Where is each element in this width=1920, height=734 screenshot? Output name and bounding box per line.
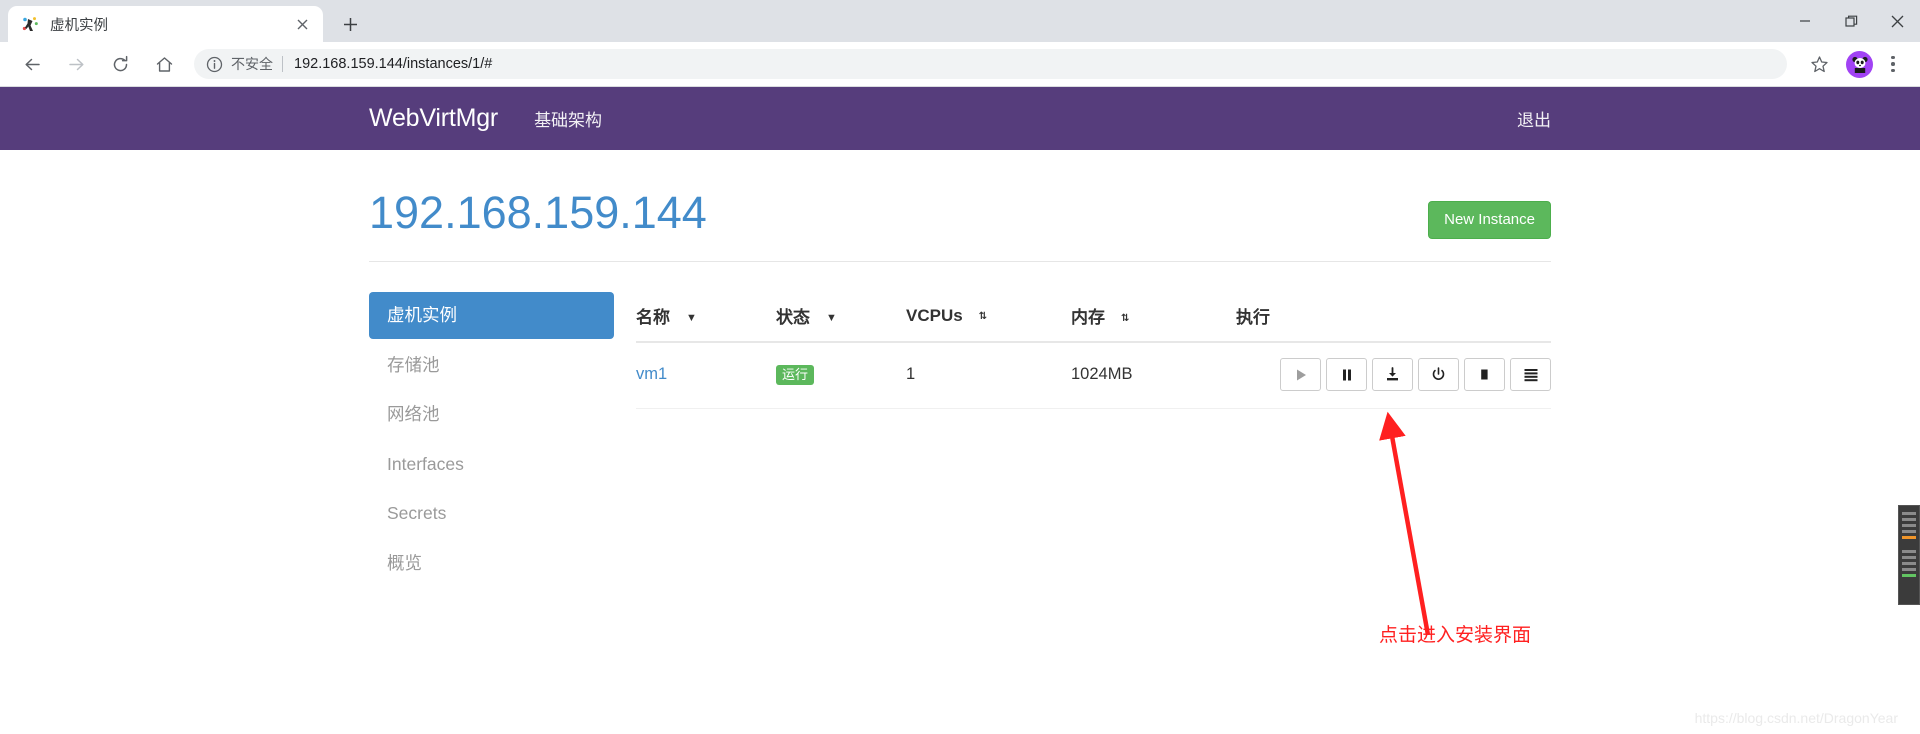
app-brand[interactable]: WebVirtMgr [369, 104, 498, 133]
back-arrow-icon[interactable] [15, 47, 49, 81]
stop-icon-button[interactable] [1464, 358, 1505, 391]
cell-memory: 1024MB [1071, 342, 1236, 409]
sidebar-item-overview[interactable]: 概览 [369, 540, 614, 587]
power-icon [1431, 367, 1446, 382]
main-container: 192.168.159.144 New Instance 虚机实例 存储池 网络… [369, 150, 1551, 646]
column-label-vcpus: VCPUs [906, 305, 963, 325]
instances-table: 名称 ▼ 状态 ▼ VCPUs ⇅ 内存 ⇅ 执行 vm1 运行 1 1024M… [636, 292, 1551, 409]
column-label-actions: 执行 [1236, 308, 1270, 327]
maximize-icon[interactable] [1828, 0, 1874, 42]
cell-name: vm1 [636, 342, 776, 409]
sidebar-item-interfaces[interactable]: Interfaces [369, 441, 614, 488]
sidebar-item-secrets[interactable]: Secrets [369, 490, 614, 537]
omnibox-divider [282, 56, 283, 72]
browser-tab[interactable]: 虚机实例 [8, 6, 323, 42]
sort-indicator-vcpus: ⇅ [978, 310, 988, 322]
sidebar-item-network-pools[interactable]: 网络池 [369, 391, 614, 438]
sidebar-nav: 虚机实例 存储池 网络池 Interfaces Secrets 概览 [369, 292, 636, 589]
page-title: 192.168.159.144 [369, 187, 707, 238]
panda-avatar-icon[interactable] [1846, 50, 1873, 78]
watermark: https://blog.csdn.net/DragonYear [1694, 710, 1898, 726]
app-navbar: WebVirtMgr 基础架构 退出 [0, 87, 1920, 150]
url-text: 192.168.159.144/instances/1/# [294, 56, 493, 72]
table-row: vm1 运行 1 1024MB [636, 342, 1551, 409]
new-tab-button[interactable] [335, 9, 365, 39]
table-body: vm1 运行 1 1024MB [636, 342, 1551, 409]
security-label: 不安全 [231, 56, 273, 72]
tab-close-icon[interactable] [291, 13, 313, 35]
column-label-name: 名称 [636, 308, 670, 327]
widget-bar [1902, 556, 1916, 559]
widget-spacer [1902, 542, 1916, 547]
pause-icon-button[interactable] [1326, 358, 1367, 391]
minimize-icon[interactable] [1782, 0, 1828, 42]
widget-bar [1902, 512, 1916, 515]
home-icon[interactable] [147, 47, 181, 81]
cell-actions [1236, 342, 1551, 409]
tab-strip: 虚机实例 [0, 0, 1920, 42]
widget-bar-green [1902, 574, 1916, 577]
install-download-icon [1385, 367, 1400, 382]
forward-arrow-icon[interactable] [59, 47, 93, 81]
star-icon[interactable] [1802, 47, 1836, 81]
new-instance-button[interactable]: New Instance [1428, 201, 1551, 239]
sidebar-item-instances[interactable]: 虚机实例 [369, 292, 614, 339]
widget-bar [1902, 550, 1916, 553]
logout-link[interactable]: 退出 [1517, 111, 1551, 130]
column-header-name[interactable]: 名称 ▼ [636, 292, 776, 343]
play-icon [1294, 368, 1308, 382]
power-icon-button[interactable] [1418, 358, 1459, 391]
widget-bar-orange [1902, 536, 1916, 539]
nav-link-infrastructure[interactable]: 基础架构 [534, 106, 602, 131]
pause-icon [1340, 368, 1354, 382]
sort-indicator-state: ▼ [826, 312, 837, 324]
column-label-memory: 内存 [1071, 308, 1105, 327]
column-header-vcpus[interactable]: VCPUs ⇅ [906, 292, 1071, 343]
column-header-state[interactable]: 状态 ▼ [776, 292, 906, 343]
widget-bar [1902, 518, 1916, 521]
install-download-icon-button[interactable] [1372, 358, 1413, 391]
info-circle-icon[interactable] [206, 56, 223, 73]
tab-title: 虚机实例 [50, 17, 108, 34]
action-button-group [1236, 358, 1551, 391]
hamburger-menu-icon-button[interactable] [1510, 358, 1551, 391]
hamburger-menu-icon [1523, 368, 1539, 382]
column-header-memory[interactable]: 内存 ⇅ [1071, 292, 1236, 343]
annotation-text: 点击进入安装界面 [1379, 625, 1532, 646]
widget-bar [1902, 568, 1916, 571]
cell-vcpus: 1 [906, 342, 1071, 409]
widget-bar [1902, 530, 1916, 533]
table-header: 名称 ▼ 状态 ▼ VCPUs ⇅ 内存 ⇅ 执行 [636, 292, 1551, 343]
sort-indicator-memory: ⇅ [1121, 313, 1130, 324]
floating-side-widget[interactable] [1898, 505, 1920, 605]
sidebar-item-storage-pools[interactable]: 存储池 [369, 342, 614, 389]
webvirtmgr-favicon [22, 16, 39, 33]
widget-bar [1902, 524, 1916, 527]
sort-indicator-name: ▼ [686, 312, 697, 324]
table-header-row: 名称 ▼ 状态 ▼ VCPUs ⇅ 内存 ⇅ 执行 [636, 292, 1551, 343]
column-header-actions: 执行 [1236, 292, 1551, 343]
cell-state: 运行 [776, 342, 906, 409]
stop-icon [1478, 368, 1491, 381]
address-bar[interactable]: 不安全 192.168.159.144/instances/1/# [194, 49, 1787, 79]
browser-window: 虚机实例 不安全 192.168.159.144/instances/1/# W… [0, 0, 1920, 734]
content-area: 名称 ▼ 状态 ▼ VCPUs ⇅ 内存 ⇅ 执行 vm1 运行 1 1024M… [636, 292, 1551, 589]
column-label-state: 状态 [776, 308, 810, 327]
body-row: 虚机实例 存储池 网络池 Interfaces Secrets 概览 名称 ▼ [369, 262, 1551, 589]
window-close-icon[interactable] [1874, 0, 1920, 42]
widget-bar [1902, 562, 1916, 565]
play-icon-button[interactable] [1280, 358, 1321, 391]
three-dot-menu-icon[interactable] [1878, 49, 1908, 79]
reload-icon[interactable] [103, 47, 137, 81]
status-badge: 运行 [776, 364, 815, 385]
browser-toolbar: 不安全 192.168.159.144/instances/1/# [0, 42, 1920, 87]
instance-link-vm1[interactable]: vm1 [636, 365, 667, 383]
page-content: WebVirtMgr 基础架构 退出 192.168.159.144 New I… [0, 87, 1920, 734]
page-header: 192.168.159.144 New Instance [369, 150, 1551, 262]
window-controls [1782, 0, 1920, 42]
